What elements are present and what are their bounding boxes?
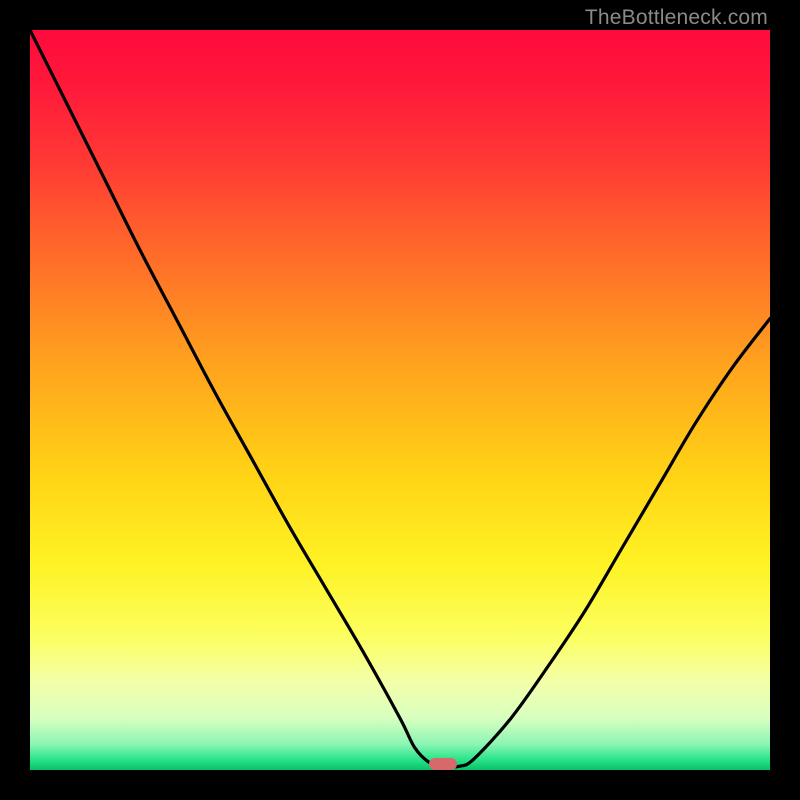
bottleneck-curve: [30, 30, 770, 770]
plot-area: [30, 30, 770, 770]
optimum-marker: [429, 758, 457, 770]
watermark-text: TheBottleneck.com: [585, 6, 768, 30]
chart-frame: [30, 30, 770, 770]
